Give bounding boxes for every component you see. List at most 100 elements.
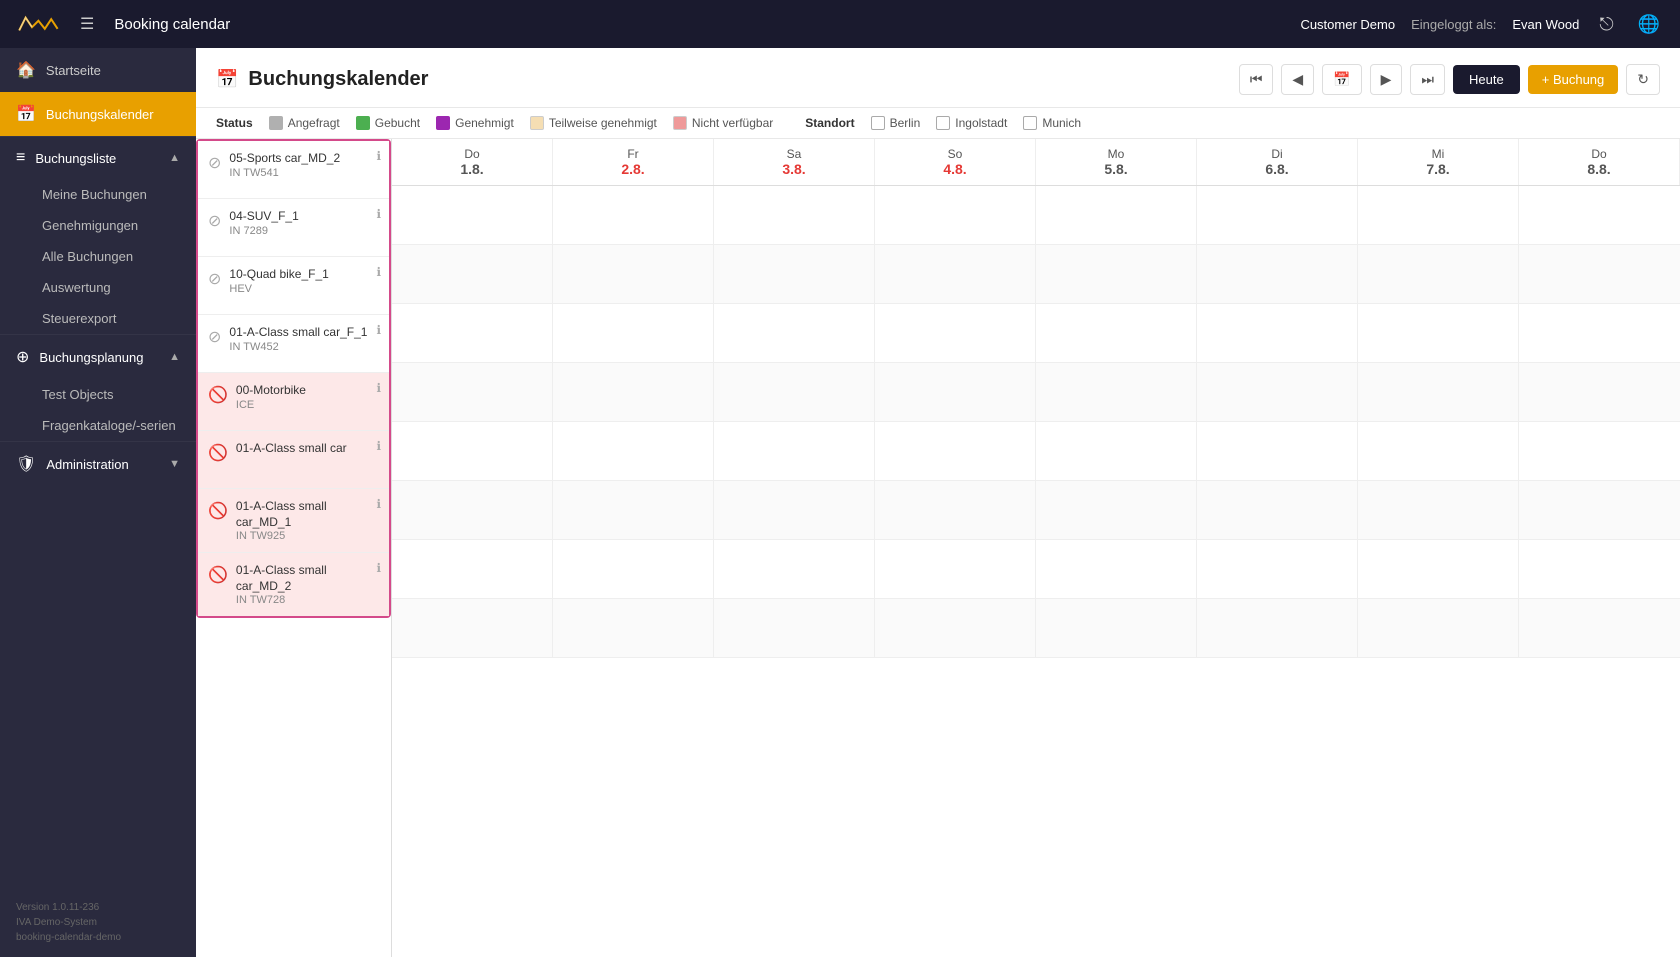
nav-prev-button[interactable]: ◀ bbox=[1281, 64, 1314, 95]
cal-cell-5-4[interactable] bbox=[1036, 481, 1197, 539]
sidebar-item-test-objects[interactable]: Test Objects bbox=[42, 379, 196, 410]
logo[interactable] bbox=[16, 12, 64, 36]
cal-cell-2-2[interactable] bbox=[714, 304, 875, 362]
sidebar-item-auswertung[interactable]: Auswertung bbox=[42, 272, 196, 303]
cal-cell-3-6[interactable] bbox=[1358, 363, 1519, 421]
cal-day-header-2[interactable]: Sa 3.8. bbox=[714, 139, 875, 185]
cal-day-header-7[interactable]: Do 8.8. bbox=[1519, 139, 1680, 185]
cal-cell-0-7[interactable] bbox=[1519, 186, 1680, 244]
cal-day-header-5[interactable]: Di 6.8. bbox=[1197, 139, 1358, 185]
cal-cell-3-2[interactable] bbox=[714, 363, 875, 421]
resource-item-8[interactable]: 🚫 01-A-Class small car_MD_2 IN TW728 ℹ bbox=[198, 553, 389, 616]
cal-cell-3-7[interactable] bbox=[1519, 363, 1680, 421]
calendar-picker-button[interactable]: 📅 bbox=[1322, 64, 1361, 95]
cal-cell-7-3[interactable] bbox=[875, 599, 1036, 657]
sidebar-item-meine-buchungen[interactable]: Meine Buchungen bbox=[42, 179, 196, 210]
cal-cell-6-6[interactable] bbox=[1358, 540, 1519, 598]
cal-cell-5-0[interactable] bbox=[392, 481, 553, 539]
sidebar-item-buchungskalender[interactable]: 📅 Buchungskalender bbox=[0, 92, 196, 136]
cal-cell-0-1[interactable] bbox=[553, 186, 714, 244]
add-booking-button[interactable]: + Buchung bbox=[1528, 65, 1619, 94]
cal-cell-4-0[interactable] bbox=[392, 422, 553, 480]
info-icon[interactable]: ℹ bbox=[376, 561, 381, 575]
cal-cell-1-1[interactable] bbox=[553, 245, 714, 303]
cal-cell-4-5[interactable] bbox=[1197, 422, 1358, 480]
cal-cell-2-4[interactable] bbox=[1036, 304, 1197, 362]
cal-cell-3-5[interactable] bbox=[1197, 363, 1358, 421]
cal-cell-2-6[interactable] bbox=[1358, 304, 1519, 362]
cal-cell-7-7[interactable] bbox=[1519, 599, 1680, 657]
nav-next-button[interactable]: ▶ bbox=[1370, 64, 1403, 95]
cal-cell-6-2[interactable] bbox=[714, 540, 875, 598]
cal-cell-3-4[interactable] bbox=[1036, 363, 1197, 421]
sidebar-item-buchungsplanung[interactable]: ⊕ Buchungsplanung ▲ bbox=[0, 335, 196, 379]
cal-cell-5-3[interactable] bbox=[875, 481, 1036, 539]
cal-cell-7-2[interactable] bbox=[714, 599, 875, 657]
cal-cell-7-6[interactable] bbox=[1358, 599, 1519, 657]
cal-cell-1-5[interactable] bbox=[1197, 245, 1358, 303]
cal-cell-1-0[interactable] bbox=[392, 245, 553, 303]
info-icon[interactable]: ℹ bbox=[376, 381, 381, 395]
cal-cell-4-6[interactable] bbox=[1358, 422, 1519, 480]
calendar-grid[interactable]: Do 1.8. Fr 2.8. Sa 3.8. So 4.8. Mo 5.8. … bbox=[392, 139, 1680, 957]
resource-item-7[interactable]: 🚫 01-A-Class small car_MD_1 IN TW925 ℹ bbox=[198, 489, 389, 553]
cal-cell-1-6[interactable] bbox=[1358, 245, 1519, 303]
resource-item-3[interactable]: ⊘ 10-Quad bike_F_1 HEV ℹ bbox=[198, 257, 389, 315]
cal-cell-1-7[interactable] bbox=[1519, 245, 1680, 303]
cal-cell-4-7[interactable] bbox=[1519, 422, 1680, 480]
cal-cell-3-0[interactable] bbox=[392, 363, 553, 421]
resource-item-6[interactable]: 🚫 01-A-Class small car ℹ bbox=[198, 431, 389, 489]
cal-cell-4-2[interactable] bbox=[714, 422, 875, 480]
cal-cell-6-7[interactable] bbox=[1519, 540, 1680, 598]
cal-cell-6-5[interactable] bbox=[1197, 540, 1358, 598]
cal-cell-0-5[interactable] bbox=[1197, 186, 1358, 244]
cal-day-header-6[interactable]: Mi 7.8. bbox=[1358, 139, 1519, 185]
cal-day-header-0[interactable]: Do 1.8. bbox=[392, 139, 553, 185]
resource-item-1[interactable]: ⊘ 05-Sports car_MD_2 IN TW541 ℹ bbox=[198, 141, 389, 199]
today-button[interactable]: Heute bbox=[1453, 65, 1520, 94]
cal-cell-4-4[interactable] bbox=[1036, 422, 1197, 480]
cal-cell-7-4[interactable] bbox=[1036, 599, 1197, 657]
cal-cell-2-5[interactable] bbox=[1197, 304, 1358, 362]
cal-cell-3-3[interactable] bbox=[875, 363, 1036, 421]
cal-cell-5-7[interactable] bbox=[1519, 481, 1680, 539]
info-icon[interactable]: ℹ bbox=[376, 149, 381, 163]
cal-cell-7-1[interactable] bbox=[553, 599, 714, 657]
cal-cell-4-1[interactable] bbox=[553, 422, 714, 480]
cal-cell-2-0[interactable] bbox=[392, 304, 553, 362]
nav-last-button[interactable]: ⏭ bbox=[1410, 64, 1445, 95]
sidebar-item-steuerexport[interactable]: Steuerexport bbox=[42, 303, 196, 334]
cal-cell-2-1[interactable] bbox=[553, 304, 714, 362]
cal-cell-0-3[interactable] bbox=[875, 186, 1036, 244]
info-icon[interactable]: ℹ bbox=[376, 207, 381, 221]
resource-item-4[interactable]: ⊘ 01-A-Class small car_F_1 IN TW452 ℹ bbox=[198, 315, 389, 373]
cal-cell-0-0[interactable] bbox=[392, 186, 553, 244]
cal-cell-5-5[interactable] bbox=[1197, 481, 1358, 539]
cal-cell-4-3[interactable] bbox=[875, 422, 1036, 480]
cal-cell-1-4[interactable] bbox=[1036, 245, 1197, 303]
logout-button[interactable]: ⎋ bbox=[1595, 10, 1617, 39]
cal-cell-1-3[interactable] bbox=[875, 245, 1036, 303]
cal-cell-5-6[interactable] bbox=[1358, 481, 1519, 539]
cal-cell-3-1[interactable] bbox=[553, 363, 714, 421]
cal-cell-0-6[interactable] bbox=[1358, 186, 1519, 244]
resource-item-2[interactable]: ⊘ 04-SUV_F_1 IN 7289 ℹ bbox=[198, 199, 389, 257]
cal-cell-6-3[interactable] bbox=[875, 540, 1036, 598]
cal-day-header-3[interactable]: So 4.8. bbox=[875, 139, 1036, 185]
nav-first-button[interactable]: ⏮ bbox=[1239, 64, 1274, 95]
cal-cell-6-0[interactable] bbox=[392, 540, 553, 598]
resource-item-5[interactable]: 🚫 00-Motorbike ICE ℹ bbox=[198, 373, 389, 431]
sidebar-item-genehmigungen[interactable]: Genehmigungen bbox=[42, 210, 196, 241]
info-icon[interactable]: ℹ bbox=[376, 265, 381, 279]
sidebar-item-alle-buchungen[interactable]: Alle Buchungen bbox=[42, 241, 196, 272]
info-icon[interactable]: ℹ bbox=[376, 497, 381, 511]
cal-cell-5-1[interactable] bbox=[553, 481, 714, 539]
sidebar-item-buchungsliste[interactable]: ≡ Buchungsliste ▲ bbox=[0, 137, 196, 179]
cal-day-header-4[interactable]: Mo 5.8. bbox=[1036, 139, 1197, 185]
sidebar-item-startseite[interactable]: 🏠 Startseite bbox=[0, 48, 196, 92]
cal-cell-2-3[interactable] bbox=[875, 304, 1036, 362]
info-icon[interactable]: ℹ bbox=[376, 439, 381, 453]
cal-cell-7-5[interactable] bbox=[1197, 599, 1358, 657]
info-icon[interactable]: ℹ bbox=[376, 323, 381, 337]
refresh-button[interactable]: ↻ bbox=[1626, 64, 1660, 95]
